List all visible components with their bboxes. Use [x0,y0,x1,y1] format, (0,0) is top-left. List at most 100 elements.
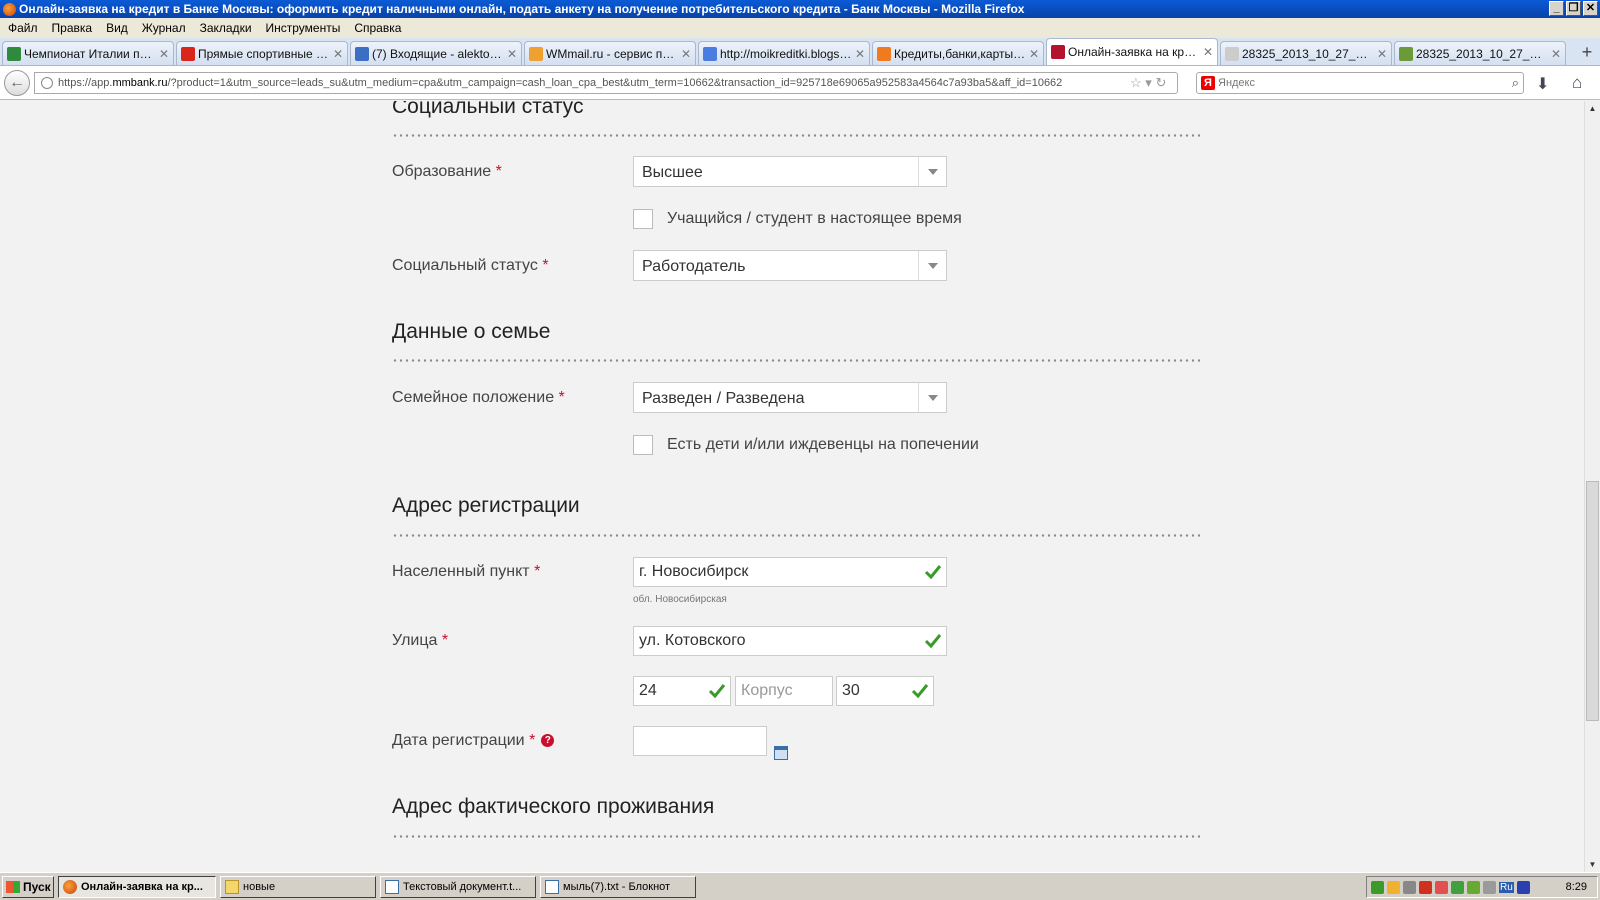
restore-button[interactable]: ❐ [1566,1,1581,16]
tray-icon[interactable] [1467,880,1480,894]
browser-tab[interactable]: http://moikreditki.blogsp... ✕ [698,41,870,65]
search-icon[interactable]: ⌕ [1512,75,1519,91]
folder-icon [225,879,239,894]
menu-tools[interactable]: Инструменты [266,21,341,35]
marital-status-select[interactable]: Разведен / Разведена [633,382,947,413]
search-bar[interactable]: Я Яндекс ⌕ [1196,72,1524,94]
url-domain: mmbank.ru [112,77,168,89]
close-tab-icon[interactable]: ✕ [159,47,169,61]
close-tab-icon[interactable]: ✕ [681,47,691,61]
menu-history[interactable]: Журнал [142,21,186,35]
tab-favicon-icon [1051,45,1065,59]
bookmark-star-icon[interactable]: ☆ [1130,75,1142,90]
close-tab-icon[interactable]: ✕ [1551,47,1561,61]
vertical-scrollbar[interactable]: ▲ ▼ [1584,101,1600,872]
city-input[interactable]: г. Новосибирск [633,557,947,587]
firefox-icon [3,2,16,16]
apartment-value: 30 [842,682,860,699]
registration-date-input[interactable] [633,726,767,756]
street-input[interactable]: ул. Котовского [633,626,947,656]
chevron-down-icon[interactable] [918,383,946,412]
reload-icon[interactable]: ↻ [1155,75,1166,90]
scrollbar-thumb[interactable] [1586,481,1599,721]
tab-favicon-icon [355,46,369,61]
taskbar: Пуск Онлайн-заявка на кр... новые Тексто… [0,872,1600,900]
marital-status-value: Разведен / Разведена [642,390,805,407]
site-identity-icon[interactable] [41,77,53,89]
back-button[interactable]: ← [4,70,30,96]
help-icon[interactable]: ? [541,734,555,748]
marital-status-label: Семейное положение * [392,389,565,406]
close-tab-icon[interactable]: ✕ [855,47,865,61]
downloads-icon[interactable]: ⬇ [1536,74,1549,94]
close-tab-icon[interactable]: ✕ [1377,47,1387,61]
tab-favicon-icon [877,46,891,61]
tab-label: (7) Входящие - alektoro... [372,46,504,61]
close-tab-icon[interactable]: ✕ [333,47,343,61]
chevron-down-icon[interactable] [918,157,946,186]
new-tab-button[interactable]: + [1576,41,1598,65]
tray-icon[interactable] [1371,880,1384,894]
menu-bookmarks[interactable]: Закладки [200,21,252,35]
tray-icon[interactable] [1516,880,1530,894]
taskbar-button-notepad[interactable]: мыль(7).txt - Блокнот [540,875,696,898]
history-dropdown-icon[interactable]: ▾ [1145,75,1152,90]
notepad-icon [385,879,399,894]
url-bar-actions: ☆ ▾ ↻ [1130,75,1166,91]
menu-file[interactable]: Файл [8,21,38,35]
apartment-input[interactable]: 30 [836,676,934,706]
tab-favicon-icon [703,46,717,61]
language-indicator[interactable]: Ru [1499,881,1514,893]
close-tab-icon[interactable]: ✕ [1203,45,1213,59]
tab-favicon-icon [1399,46,1413,61]
taskbar-button-folder[interactable]: новые [220,875,376,898]
building-input[interactable]: Корпус [735,676,833,706]
student-checkbox[interactable] [633,209,653,229]
tray-icon[interactable] [1387,880,1400,894]
url-bar[interactable]: https://app. mmbank.ru/?product=1&utm_sou… [34,72,1178,94]
menu-view[interactable]: Вид [106,21,128,35]
yandex-icon[interactable]: Я [1201,76,1215,90]
tray-icon[interactable] [1403,880,1416,894]
children-checkbox[interactable] [633,435,653,455]
house-value: 24 [639,682,657,699]
taskbar-button-firefox[interactable]: Онлайн-заявка на кр... [58,875,216,898]
tab-favicon-icon [529,46,543,61]
browser-tab[interactable]: Чемпионат Италии по ф... ✕ [2,41,174,65]
tray-icon[interactable] [1483,880,1496,894]
social-status-select[interactable]: Работодатель [633,250,947,281]
taskbar-button-text-document[interactable]: Текстовый документ.t... [380,875,536,898]
browser-tab[interactable]: 28325_2013_10_27_08-... ✕ [1220,41,1392,65]
scroll-up-icon[interactable]: ▲ [1585,101,1600,116]
home-icon[interactable]: ⌂ [1572,73,1582,93]
browser-tab[interactable]: Онлайн-заявка на кред... ✕ [1046,38,1218,65]
browser-tab[interactable]: Прямые спортивные ви... ✕ [176,41,348,65]
tab-label: Кредиты,банки,карты:... [894,46,1026,61]
browser-tab[interactable]: Кредиты,банки,карты:... ✕ [872,41,1044,65]
education-select[interactable]: Высшее [633,156,947,187]
tray-icon[interactable] [1435,880,1448,894]
scroll-down-icon[interactable]: ▼ [1585,857,1600,872]
menu-help[interactable]: Справка [354,21,401,35]
close-tab-icon[interactable]: ✕ [507,47,517,61]
children-checkbox-label[interactable]: Есть дети и/или иждевенцы на попечении [667,436,979,454]
browser-tab[interactable]: (7) Входящие - alektoro... ✕ [350,41,522,65]
chevron-down-icon[interactable] [918,251,946,280]
tab-label: 28325_2013_10_27_08-... [1242,46,1374,61]
student-checkbox-label[interactable]: Учащийся / студент в настоящее время [667,210,962,228]
calendar-icon[interactable] [774,746,788,760]
tab-bar: Чемпионат Италии по ф... ✕ Прямые спортивн… [0,38,1600,66]
tray-icon[interactable] [1451,880,1464,894]
close-button[interactable]: ✕ [1583,1,1598,16]
registration-address-title: Адрес регистрации [392,494,580,517]
browser-tab[interactable]: 28325_2013_10_27_08-... ✕ [1394,41,1566,65]
start-button[interactable]: Пуск [2,875,54,898]
minimize-button[interactable]: _ [1549,1,1564,16]
house-input[interactable]: 24 [633,676,731,706]
close-tab-icon[interactable]: ✕ [1029,47,1039,61]
window-controls: _ ❐ ✕ [1549,1,1598,16]
tray-icon[interactable] [1419,880,1432,894]
tab-favicon-icon [7,46,21,61]
menu-edit[interactable]: Правка [52,21,93,35]
browser-tab[interactable]: WMmail.ru - сервис почт... ✕ [524,41,696,65]
